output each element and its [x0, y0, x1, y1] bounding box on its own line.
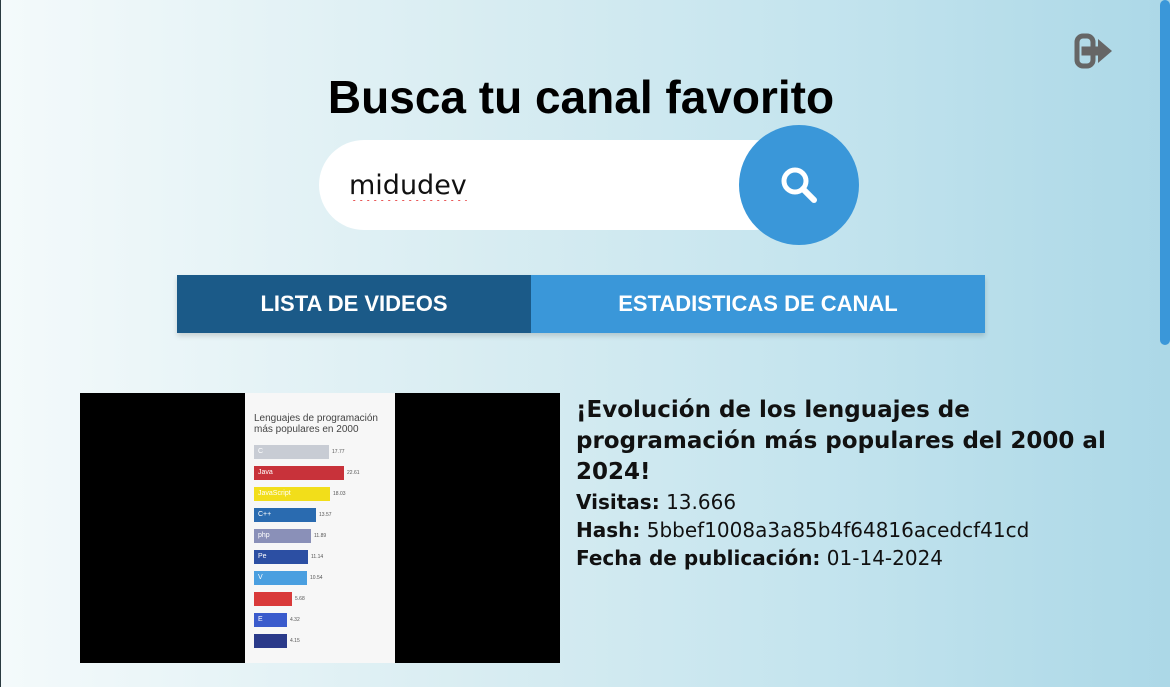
tab-channel-stats[interactable]: ESTADISTICAS DE CANAL [531, 275, 985, 333]
hash-label: Hash: [576, 518, 641, 542]
video-thumbnail[interactable]: Lenguajes de programación más populares … [80, 393, 560, 663]
tab-bar: LISTA DE VIDEOS ESTADISTICAS DE CANAL [177, 275, 985, 333]
date-label: Fecha de publicación: [576, 546, 821, 570]
visits-label: Visitas: [576, 490, 660, 514]
tab-video-list[interactable]: LISTA DE VIDEOS [177, 275, 531, 333]
video-date: Fecha de publicación: 01-14-2024 [576, 544, 1136, 572]
thumbnail-bar-value: 13.57 [319, 512, 332, 518]
thumbnail-bar: JavaScript [254, 487, 330, 501]
search-icon [781, 167, 817, 203]
thumbnail-bar-value: 11.89 [314, 533, 327, 539]
thumbnail-bar-value: 4.15 [290, 638, 300, 644]
thumbnail-bar-value: 11.14 [311, 554, 324, 560]
thumbnail-bar: Pe [254, 550, 308, 564]
scrollbar-thumb[interactable] [1160, 0, 1170, 345]
video-info: ¡Evolución de los lenguajes de programac… [576, 395, 1136, 572]
thumbnail-bar: V [254, 571, 307, 585]
thumbnail-bar: C++ [254, 508, 316, 522]
thumbnail-bar: E [254, 613, 287, 627]
thumbnail-bar-value: 10.54 [310, 575, 323, 581]
thumbnail-bar-value: 22.61 [347, 470, 360, 476]
thumbnail-bar [254, 634, 287, 648]
search-button[interactable] [739, 125, 859, 245]
thumbnail-title: Lenguajes de programación más populares … [254, 413, 378, 435]
sign-out-icon[interactable] [1074, 33, 1114, 69]
video-title[interactable]: ¡Evolución de los lenguajes de programac… [576, 395, 1136, 488]
thumbnail-bar [254, 592, 292, 606]
thumbnail-bar-value: 18.03 [333, 491, 346, 497]
video-hash: Hash: 5bbef1008a3a85b4f64816acedcf41cd [576, 516, 1136, 544]
search-bar [319, 125, 859, 245]
thumbnail-bar: php [254, 529, 311, 543]
thumbnail-bar: C [254, 445, 329, 459]
hash-value: 5bbef1008a3a85b4f64816acedcf41cd [646, 518, 1030, 542]
thumbnail-bar-value: 5.68 [295, 596, 305, 602]
video-visits: Visitas: 13.666 [576, 488, 1136, 516]
thumbnail-bar-value: 4.32 [290, 617, 300, 623]
visits-value: 13.666 [666, 490, 737, 514]
search-input[interactable] [319, 140, 799, 230]
page-title: Busca tu canal favorito [327, 71, 835, 123]
thumbnail-chart: Lenguajes de programación más populares … [245, 393, 395, 663]
thumbnail-bar: Java [254, 466, 344, 480]
thumbnail-bar-value: 17.77 [332, 449, 345, 455]
date-value: 01-14-2024 [826, 546, 944, 570]
